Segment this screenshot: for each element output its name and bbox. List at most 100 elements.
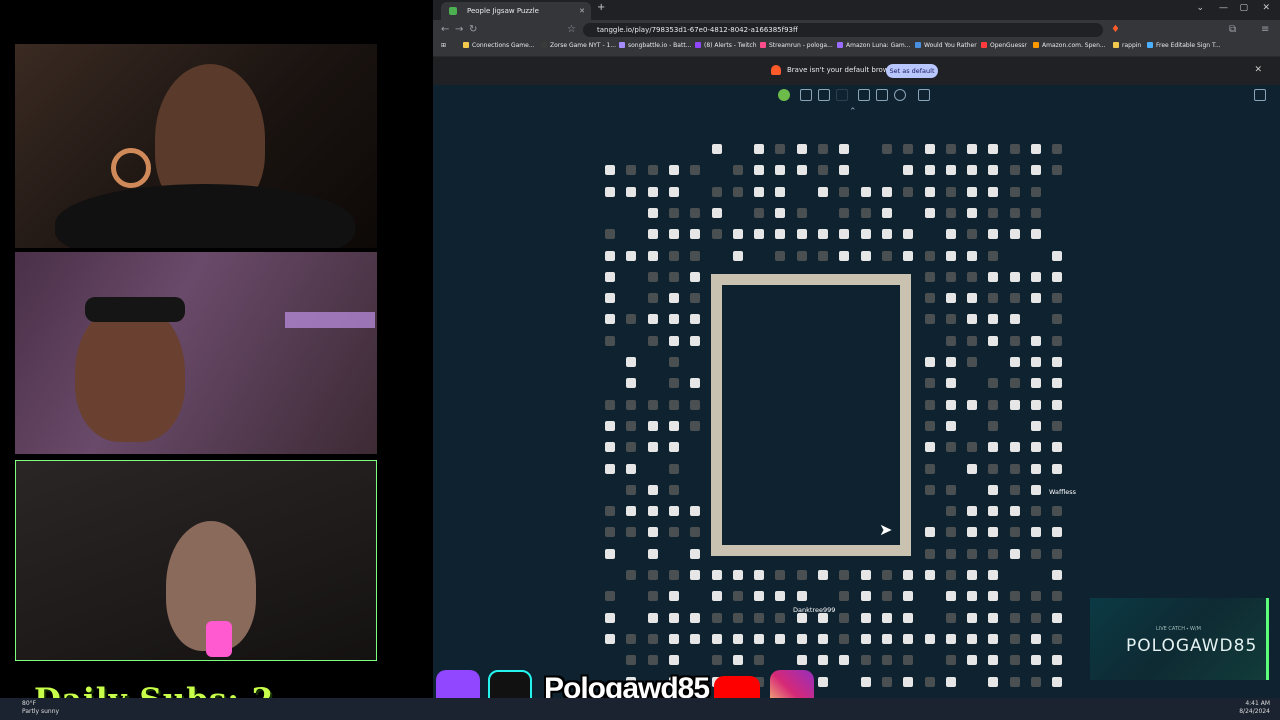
puzzle-piece[interactable] (945, 420, 956, 431)
puzzle-piece[interactable] (1009, 527, 1020, 538)
puzzle-piece[interactable] (1052, 506, 1063, 517)
puzzle-piece[interactable] (988, 506, 999, 517)
puzzle-piece[interactable] (988, 144, 999, 154)
puzzle-piece[interactable] (1009, 144, 1020, 154)
puzzle-piece[interactable] (967, 463, 978, 474)
puzzle-piece[interactable] (626, 314, 637, 325)
puzzle-piece[interactable] (967, 271, 978, 282)
puzzle-piece[interactable] (605, 612, 615, 623)
puzzle-piece[interactable] (967, 186, 978, 197)
puzzle-piece[interactable] (626, 506, 637, 517)
puzzle-piece[interactable] (903, 633, 914, 644)
puzzle-piece[interactable] (967, 570, 978, 580)
window-close-icon[interactable]: ✕ (1262, 3, 1270, 13)
puzzle-piece[interactable] (647, 293, 658, 304)
puzzle-piece[interactable] (860, 655, 871, 666)
puzzle-piece[interactable] (988, 676, 999, 687)
puzzle-piece[interactable] (860, 207, 871, 218)
puzzle-piece[interactable] (1009, 548, 1020, 559)
puzzle-piece[interactable] (988, 293, 999, 304)
puzzle-piece[interactable] (945, 357, 956, 367)
puzzle-piece[interactable] (1052, 655, 1063, 666)
puzzle-piece[interactable] (967, 207, 978, 218)
puzzle-piece[interactable] (988, 399, 999, 410)
puzzle-piece[interactable] (988, 271, 999, 282)
puzzle-piece[interactable] (690, 612, 701, 623)
puzzle-piece[interactable] (1052, 378, 1063, 389)
puzzle-piece[interactable] (668, 271, 679, 282)
puzzle-frame-empty-area[interactable] (722, 285, 900, 545)
puzzle-piece[interactable] (668, 293, 679, 304)
puzzle-piece[interactable] (605, 463, 615, 474)
puzzle-piece[interactable] (605, 293, 615, 304)
puzzle-piece[interactable] (1031, 655, 1041, 666)
puzzle-piece[interactable] (647, 633, 658, 644)
tab-search-icon[interactable]: ⌄ (1196, 3, 1204, 13)
puzzle-piece[interactable] (945, 271, 956, 282)
puzzle-piece[interactable] (690, 527, 701, 538)
puzzle-piece[interactable] (626, 399, 637, 410)
puzzle-piece[interactable] (924, 676, 935, 687)
extensions-icon[interactable]: ⧉ (1229, 24, 1236, 35)
puzzle-piece[interactable] (1031, 484, 1041, 495)
puzzle-piece[interactable] (1052, 612, 1063, 623)
puzzle-piece[interactable] (1052, 527, 1063, 538)
puzzle-piece[interactable] (732, 165, 743, 176)
puzzle-piece[interactable] (668, 463, 679, 474)
puzzle-piece[interactable] (988, 165, 999, 176)
puzzle-piece[interactable] (690, 165, 701, 176)
puzzle-piece[interactable] (839, 612, 850, 623)
puzzle-piece[interactable] (1052, 633, 1063, 644)
puzzle-piece[interactable] (839, 591, 850, 602)
puzzle-piece[interactable] (690, 420, 701, 431)
puzzle-piece[interactable] (605, 314, 615, 325)
puzzle-piece[interactable] (967, 250, 978, 261)
puzzle-piece[interactable] (732, 570, 743, 580)
bookmark-icon[interactable]: ☆ (567, 24, 576, 35)
puzzle-piece[interactable] (1031, 357, 1041, 367)
puzzle-piece[interactable] (775, 144, 786, 154)
puzzle-piece[interactable] (647, 165, 658, 176)
puzzle-piece[interactable] (967, 229, 978, 240)
puzzle-piece[interactable] (1009, 165, 1020, 176)
puzzle-piece[interactable] (945, 570, 956, 580)
puzzle-piece[interactable] (1031, 271, 1041, 282)
puzzle-piece[interactable] (1009, 378, 1020, 389)
puzzle-piece[interactable] (647, 442, 658, 453)
puzzle-piece[interactable] (796, 229, 807, 240)
puzzle-piece[interactable] (796, 250, 807, 261)
puzzle-piece[interactable] (1009, 633, 1020, 644)
image-icon[interactable] (818, 89, 830, 101)
puzzle-piece[interactable] (860, 633, 871, 644)
puzzle-piece[interactable] (945, 293, 956, 304)
puzzle-piece[interactable] (1052, 463, 1063, 474)
puzzle-piece[interactable] (1031, 591, 1041, 602)
puzzle-piece[interactable] (967, 506, 978, 517)
puzzle-piece[interactable] (1031, 633, 1041, 644)
puzzle-piece[interactable] (967, 612, 978, 623)
puzzle-piece[interactable] (1031, 506, 1041, 517)
puzzle-piece[interactable] (647, 570, 658, 580)
puzzle-piece[interactable] (1052, 335, 1063, 346)
reload-icon[interactable]: ↻ (469, 24, 477, 35)
puzzle-piece[interactable] (924, 399, 935, 410)
puzzle-piece[interactable] (668, 591, 679, 602)
puzzle-piece[interactable] (988, 207, 999, 218)
puzzle-piece[interactable] (796, 144, 807, 154)
tab-people-jigsaw[interactable]: People Jigsaw Puzzle ✕ (441, 2, 591, 20)
puzzle-piece[interactable] (668, 378, 679, 389)
puzzle-piece[interactable] (945, 378, 956, 389)
puzzle-piece[interactable] (1031, 335, 1041, 346)
puzzle-piece[interactable] (1009, 399, 1020, 410)
puzzle-piece[interactable] (1052, 165, 1063, 176)
puzzle-piece[interactable] (668, 442, 679, 453)
puzzle-piece[interactable] (668, 399, 679, 410)
puzzle-piece[interactable] (754, 144, 765, 154)
puzzle-piece[interactable] (924, 314, 935, 325)
puzzle-piece[interactable] (839, 144, 850, 154)
puzzle-piece[interactable] (775, 633, 786, 644)
puzzle-piece[interactable] (1031, 229, 1041, 240)
puzzle-piece[interactable] (924, 548, 935, 559)
puzzle-piece[interactable] (818, 633, 828, 644)
puzzle-piece[interactable] (775, 229, 786, 240)
